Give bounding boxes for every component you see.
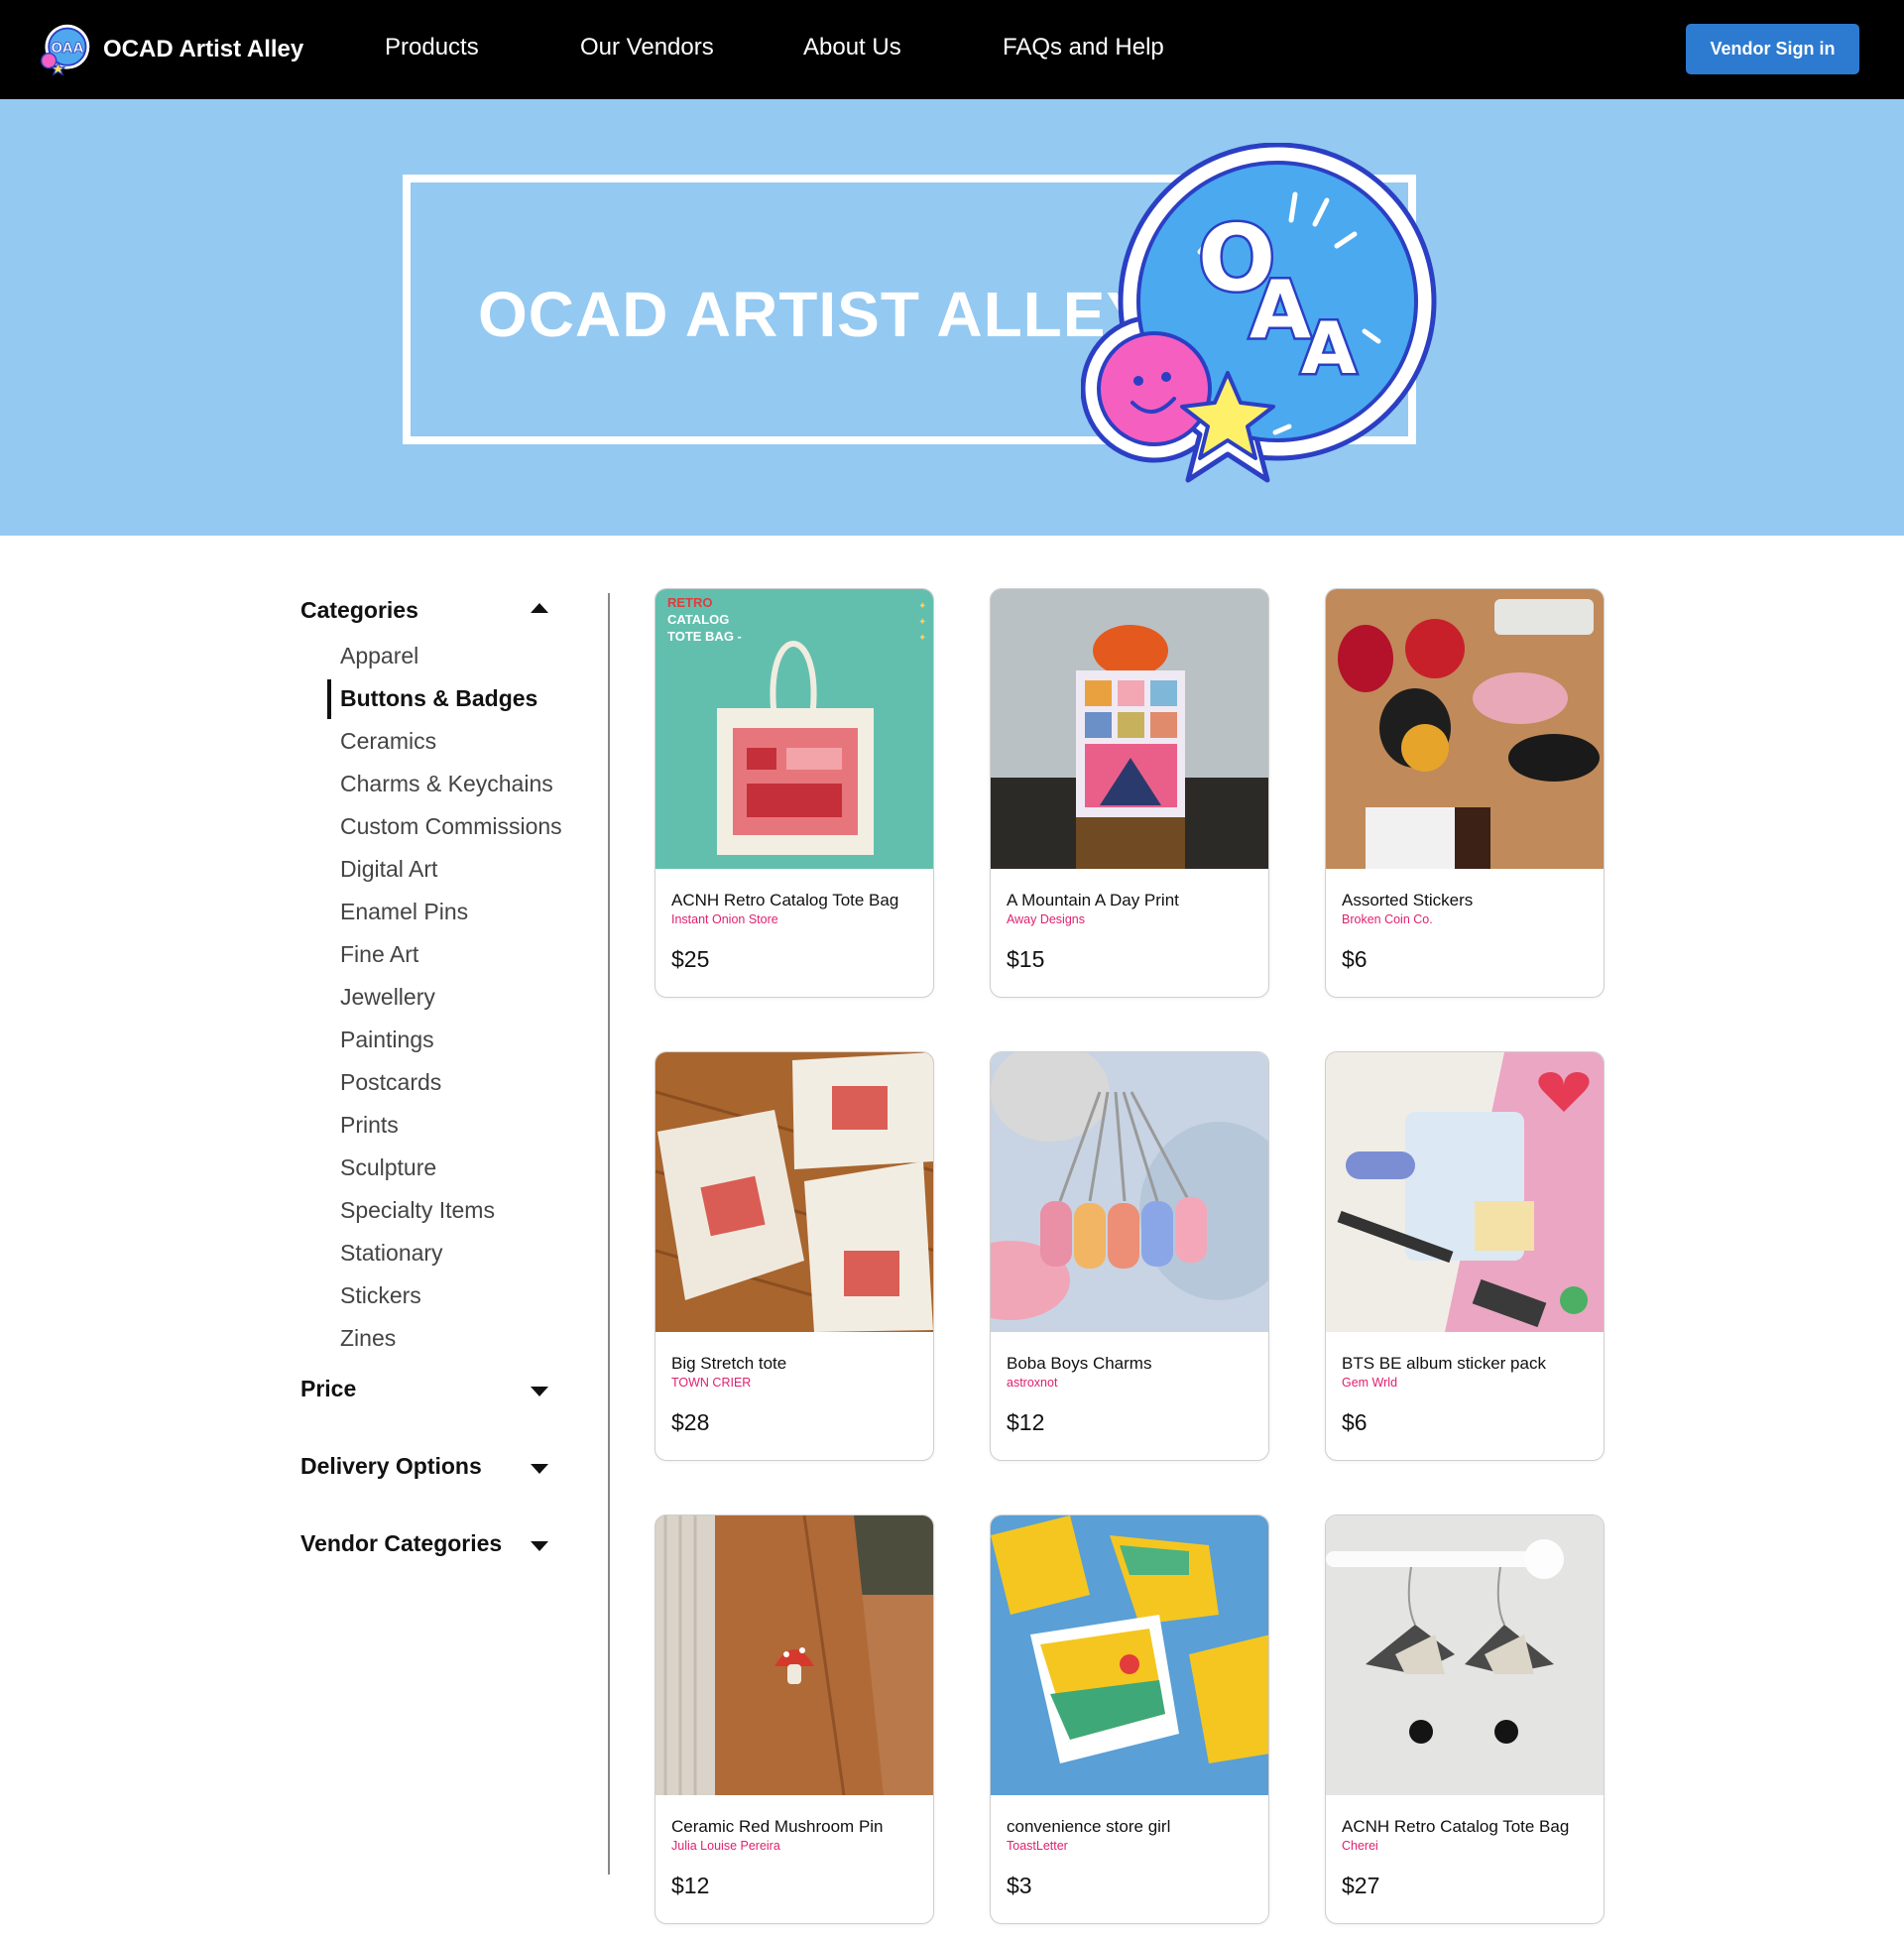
product-image[interactable] <box>655 1052 933 1332</box>
vendor-categories-heading[interactable]: Vendor Categories <box>300 1530 502 1557</box>
product-price: $12 <box>1007 1409 1045 1435</box>
product-vendor[interactable]: ToastLetter <box>1007 1839 1068 1853</box>
category-item-paintings[interactable]: Paintings <box>340 1027 562 1069</box>
product-price: $6 <box>1342 946 1368 972</box>
product-title[interactable]: BTS BE album sticker pack <box>1342 1354 1546 1374</box>
category-item-zines[interactable]: Zines <box>340 1325 562 1368</box>
expand-arrow-icon[interactable] <box>531 1464 548 1474</box>
product-price: $6 <box>1342 1409 1368 1435</box>
product-title[interactable]: ACNH Retro Catalog Tote Bag <box>1342 1817 1569 1837</box>
product-price: $12 <box>671 1873 710 1898</box>
product-title[interactable]: ACNH Retro Catalog Tote Bag <box>671 891 898 910</box>
category-item-prints[interactable]: Prints <box>340 1112 562 1154</box>
product-card[interactable]: ACNH Retro Catalog Tote Bag Cherei $27 <box>1325 1515 1605 1924</box>
product-title[interactable]: A Mountain A Day Print <box>1007 891 1179 910</box>
category-item-custom-commissions[interactable]: Custom Commissions <box>340 813 562 856</box>
oaa-hero-logo-icon: O A A <box>1081 143 1437 483</box>
product-vendor[interactable]: Broken Coin Co. <box>1342 912 1433 926</box>
hero-banner: OCAD ARTIST ALLEY O A A <box>0 99 1904 536</box>
product-price: $15 <box>1007 946 1045 972</box>
product-card[interactable]: BTS BE album sticker pack Gem Wrld $6 <box>1325 1051 1605 1461</box>
product-vendor[interactable]: Away Designs <box>1007 912 1085 926</box>
product-title[interactable]: Assorted Stickers <box>1342 891 1473 910</box>
nav-link-products[interactable]: Products <box>385 34 479 61</box>
product-card[interactable]: convenience store girl ToastLetter $3 <box>990 1515 1269 1924</box>
image-text-tote-bag: TOTE BAG - <box>667 629 742 644</box>
product-price: $28 <box>671 1409 710 1435</box>
product-card[interactable]: A Mountain A Day Print Away Designs $15 <box>990 588 1269 998</box>
product-vendor[interactable]: TOWN CRIER <box>671 1376 751 1390</box>
image-text-retro: RETRO <box>667 595 713 610</box>
category-list: Apparel Buttons & Badges Ceramics Charms… <box>327 643 562 1368</box>
product-image[interactable] <box>1326 1515 1604 1795</box>
oaa-logo-icon: OAA <box>41 24 90 76</box>
product-card[interactable]: Ceramic Red Mushroom Pin Julia Louise Pe… <box>654 1515 934 1924</box>
brand-name: OCAD Artist Alley <box>103 36 304 62</box>
product-card[interactable]: Big Stretch tote TOWN CRIER $28 <box>654 1051 934 1461</box>
price-filter-heading[interactable]: Price <box>300 1376 356 1402</box>
image-text-catalog: CATALOG <box>667 612 729 627</box>
product-vendor[interactable]: Cherei <box>1342 1839 1378 1853</box>
category-item-charms-keychains[interactable]: Charms & Keychains <box>340 771 562 813</box>
product-vendor[interactable]: Gem Wrld <box>1342 1376 1397 1390</box>
hero-title: OCAD ARTIST ALLEY <box>478 279 1150 350</box>
svg-text:OAA: OAA <box>51 41 83 57</box>
product-vendor[interactable]: Julia Louise Pereira <box>671 1839 780 1853</box>
category-item-jewellery[interactable]: Jewellery <box>340 984 562 1027</box>
category-item-enamel-pins[interactable]: Enamel Pins <box>340 899 562 941</box>
brand-home-link[interactable]: OAA OCAD Artist Alley <box>38 20 303 79</box>
category-item-buttons-badges[interactable]: Buttons & Badges <box>327 679 562 728</box>
category-item-apparel[interactable]: Apparel <box>340 643 562 685</box>
category-item-ceramics[interactable]: Ceramics <box>340 728 562 771</box>
product-image[interactable] <box>991 1052 1268 1332</box>
category-item-postcards[interactable]: Postcards <box>340 1069 562 1112</box>
category-item-sculpture[interactable]: Sculpture <box>340 1154 562 1197</box>
product-image[interactable] <box>991 589 1268 869</box>
nav-link-our-vendors[interactable]: Our Vendors <box>580 34 714 61</box>
nav-link-about-us[interactable]: About Us <box>803 34 901 61</box>
product-card[interactable]: Assorted Stickers Broken Coin Co. $6 <box>1325 588 1605 998</box>
product-title[interactable]: convenience store girl <box>1007 1817 1170 1837</box>
delivery-options-heading[interactable]: Delivery Options <box>300 1453 482 1480</box>
categories-heading[interactable]: Categories <box>300 597 418 624</box>
svg-text:✦: ✦ <box>918 601 926 612</box>
product-vendor[interactable]: astroxnot <box>1007 1376 1057 1390</box>
product-card[interactable]: Boba Boys Charms astroxnot $12 <box>990 1051 1269 1461</box>
product-price: $25 <box>671 946 710 972</box>
product-price: $27 <box>1342 1873 1380 1898</box>
category-item-stickers[interactable]: Stickers <box>340 1282 562 1325</box>
category-item-fine-art[interactable]: Fine Art <box>340 941 562 984</box>
nav-link-faqs-and-help[interactable]: FAQs and Help <box>1003 34 1164 61</box>
product-card[interactable]: RETRO CATALOG TOTE BAG - ✦ ✦ ✦ ACNH Retr… <box>654 588 934 998</box>
product-title[interactable]: Big Stretch tote <box>671 1354 786 1374</box>
product-image[interactable]: RETRO CATALOG TOTE BAG - ✦ ✦ ✦ <box>655 589 933 869</box>
expand-arrow-icon[interactable] <box>531 1387 548 1396</box>
product-price: $3 <box>1007 1873 1032 1898</box>
product-image[interactable] <box>1326 589 1604 869</box>
product-title[interactable]: Boba Boys Charms <box>1007 1354 1151 1374</box>
product-image[interactable] <box>991 1515 1268 1795</box>
svg-text:✦: ✦ <box>918 633 926 644</box>
product-vendor[interactable]: Instant Onion Store <box>671 912 778 926</box>
svg-text:✦: ✦ <box>918 617 926 628</box>
sidebar-divider <box>608 593 610 1875</box>
category-item-specialty-items[interactable]: Specialty Items <box>340 1197 562 1240</box>
category-item-digital-art[interactable]: Digital Art <box>340 856 562 899</box>
svg-text:A: A <box>1301 306 1357 390</box>
top-navigation-bar: OAA OCAD Artist Alley Products Our Vendo… <box>0 0 1904 99</box>
product-title[interactable]: Ceramic Red Mushroom Pin <box>671 1817 884 1837</box>
collapse-arrow-icon[interactable] <box>531 603 548 613</box>
product-image[interactable] <box>655 1515 933 1795</box>
product-image[interactable] <box>1326 1052 1604 1332</box>
category-item-stationary[interactable]: Stationary <box>340 1240 562 1282</box>
vendor-sign-in-button[interactable]: Vendor Sign in <box>1686 24 1859 74</box>
expand-arrow-icon[interactable] <box>531 1541 548 1551</box>
